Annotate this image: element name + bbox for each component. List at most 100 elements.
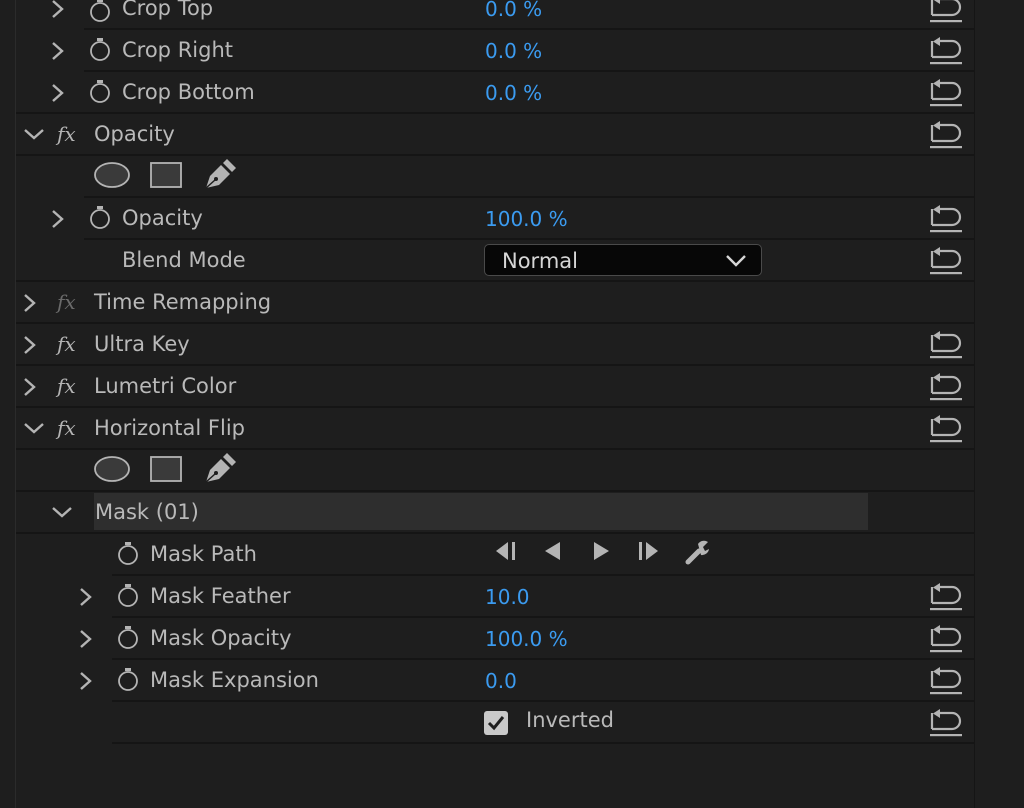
- svg-text:fx: fx: [55, 290, 76, 314]
- chevron-right-icon[interactable]: [78, 630, 94, 648]
- blend-mode-row: Blend Mode Normal: [0, 240, 975, 282]
- tracking-method-wrench-icon[interactable]: [684, 538, 712, 566]
- reset-parameter-icon[interactable]: [928, 415, 964, 443]
- crop-right-label: Crop Right: [122, 38, 233, 62]
- svg-text:fx: fx: [55, 332, 76, 356]
- chevron-right-icon[interactable]: [78, 672, 94, 690]
- inverted-label: Inverted: [526, 708, 614, 732]
- stopwatch-icon[interactable]: [88, 205, 112, 229]
- chevron-right-icon[interactable]: [22, 336, 38, 354]
- reset-parameter-icon[interactable]: [928, 205, 964, 233]
- mask-name-highlight[interactable]: [94, 493, 868, 530]
- reset-parameter-icon[interactable]: [928, 121, 964, 149]
- mask-expansion-label: Mask Expansion: [150, 668, 319, 692]
- blend-mode-value: Normal: [502, 249, 578, 273]
- crop-bottom-label: Crop Bottom: [122, 80, 255, 104]
- ellipse-mask-icon[interactable]: [93, 161, 131, 189]
- reset-parameter-icon[interactable]: [928, 583, 964, 611]
- opacity-property-value[interactable]: 100.0 %: [485, 207, 568, 231]
- stopwatch-icon[interactable]: [116, 667, 140, 691]
- fx-icon[interactable]: fx: [55, 121, 82, 147]
- chevron-right-icon[interactable]: [22, 378, 38, 396]
- mask-01-row[interactable]: Mask (01): [0, 492, 975, 534]
- mask-feather-value[interactable]: 10.0: [485, 585, 530, 609]
- ellipse-mask-icon[interactable]: [93, 455, 131, 483]
- checkmark-icon: [487, 716, 505, 731]
- reset-parameter-icon[interactable]: [928, 247, 964, 275]
- blend-mode-dropdown[interactable]: Normal: [484, 244, 762, 276]
- chevron-right-icon[interactable]: [50, 84, 66, 102]
- track-selected-mask-backward-icon[interactable]: [494, 540, 520, 562]
- chevron-down-icon[interactable]: [24, 127, 44, 141]
- chevron-right-icon[interactable]: [50, 210, 66, 228]
- chevron-right-icon[interactable]: [22, 294, 38, 312]
- stopwatch-icon[interactable]: [88, 0, 112, 22]
- row-separator: [112, 742, 975, 744]
- crop-top-row[interactable]: Crop Top 0.0 %: [0, 0, 975, 30]
- reset-parameter-icon[interactable]: [928, 79, 964, 107]
- fx-icon[interactable]: fx: [55, 415, 82, 441]
- rectangle-mask-icon[interactable]: [149, 161, 183, 189]
- stopwatch-icon[interactable]: [116, 541, 140, 565]
- ultra-key-row[interactable]: fx Ultra Key: [0, 324, 975, 366]
- lumetri-color-label: Lumetri Color: [94, 374, 237, 398]
- fx-icon: fx: [55, 290, 76, 314]
- opacity-property-label: Opacity: [122, 206, 203, 230]
- inverted-checkbox[interactable]: [484, 711, 508, 735]
- crop-bottom-row[interactable]: Crop Bottom 0.0 %: [0, 72, 975, 114]
- mask-expansion-row[interactable]: Mask Expansion 0.0: [0, 660, 975, 702]
- chevron-right-icon[interactable]: [50, 42, 66, 60]
- chevron-down-icon[interactable]: [24, 421, 44, 435]
- flip-mask-tools-row: [0, 450, 975, 492]
- opacity-effect-row[interactable]: fx Opacity: [0, 114, 975, 156]
- opacity-mask-tools-row: [0, 156, 975, 198]
- horizontal-flip-label: Horizontal Flip: [94, 416, 245, 440]
- effect-controls-panel: Crop Top 0.0 % Crop Right 0.0 % Crop Bot…: [0, 0, 1024, 808]
- blend-mode-label: Blend Mode: [122, 248, 246, 272]
- reset-parameter-icon[interactable]: [928, 37, 964, 65]
- mask-expansion-value[interactable]: 0.0: [485, 669, 517, 693]
- reset-parameter-icon[interactable]: [928, 709, 964, 737]
- crop-right-value[interactable]: 0.0 %: [485, 39, 542, 63]
- time-remapping-row[interactable]: fx Time Remapping: [0, 282, 975, 324]
- reset-parameter-icon[interactable]: [928, 373, 964, 401]
- chevron-right-icon[interactable]: [78, 588, 94, 606]
- crop-right-row[interactable]: Crop Right 0.0 %: [0, 30, 975, 72]
- stopwatch-icon[interactable]: [88, 79, 112, 103]
- fx-icon[interactable]: fx: [55, 331, 82, 357]
- reset-parameter-icon[interactable]: [928, 667, 964, 695]
- chevron-down-icon: [726, 255, 746, 267]
- stopwatch-icon[interactable]: [116, 625, 140, 649]
- mask-feather-label: Mask Feather: [150, 584, 291, 608]
- opacity-property-row[interactable]: Opacity 100.0 %: [0, 198, 975, 240]
- fx-icon[interactable]: fx: [55, 373, 82, 399]
- opacity-effect-label: Opacity: [94, 122, 175, 146]
- reset-parameter-icon[interactable]: [928, 625, 964, 653]
- crop-top-label: Crop Top: [122, 0, 214, 20]
- mask-feather-row[interactable]: Mask Feather 10.0: [0, 576, 975, 618]
- stopwatch-icon[interactable]: [116, 583, 140, 607]
- crop-top-value[interactable]: 0.0 %: [485, 0, 542, 21]
- reset-parameter-icon[interactable]: [928, 0, 964, 23]
- svg-text:fx: fx: [55, 122, 76, 146]
- mask-name-label[interactable]: Mask (01): [95, 500, 199, 524]
- pen-mask-icon[interactable]: [203, 453, 237, 485]
- chevron-right-icon[interactable]: [50, 0, 66, 18]
- chevron-down-icon[interactable]: [52, 505, 72, 519]
- crop-bottom-value[interactable]: 0.0 %: [485, 81, 542, 105]
- mask-opacity-value[interactable]: 100.0 %: [485, 627, 568, 651]
- inverted-row: Inverted: [0, 702, 975, 744]
- time-remapping-label: Time Remapping: [94, 290, 272, 314]
- track-selected-mask-forward-icon[interactable]: [636, 540, 662, 562]
- mask-opacity-row[interactable]: Mask Opacity 100.0 %: [0, 618, 975, 660]
- ultra-key-label: Ultra Key: [94, 332, 190, 356]
- horizontal-flip-row[interactable]: fx Horizontal Flip: [0, 408, 975, 450]
- mask-path-row[interactable]: Mask Path: [0, 534, 975, 576]
- lumetri-color-row[interactable]: fx Lumetri Color: [0, 366, 975, 408]
- pen-mask-icon[interactable]: [203, 159, 237, 191]
- reset-parameter-icon[interactable]: [928, 331, 964, 359]
- stopwatch-icon[interactable]: [88, 37, 112, 61]
- track-selected-mask-forward-one-frame-icon[interactable]: [590, 540, 612, 562]
- rectangle-mask-icon[interactable]: [149, 455, 183, 483]
- track-selected-mask-backward-one-frame-icon[interactable]: [542, 540, 564, 562]
